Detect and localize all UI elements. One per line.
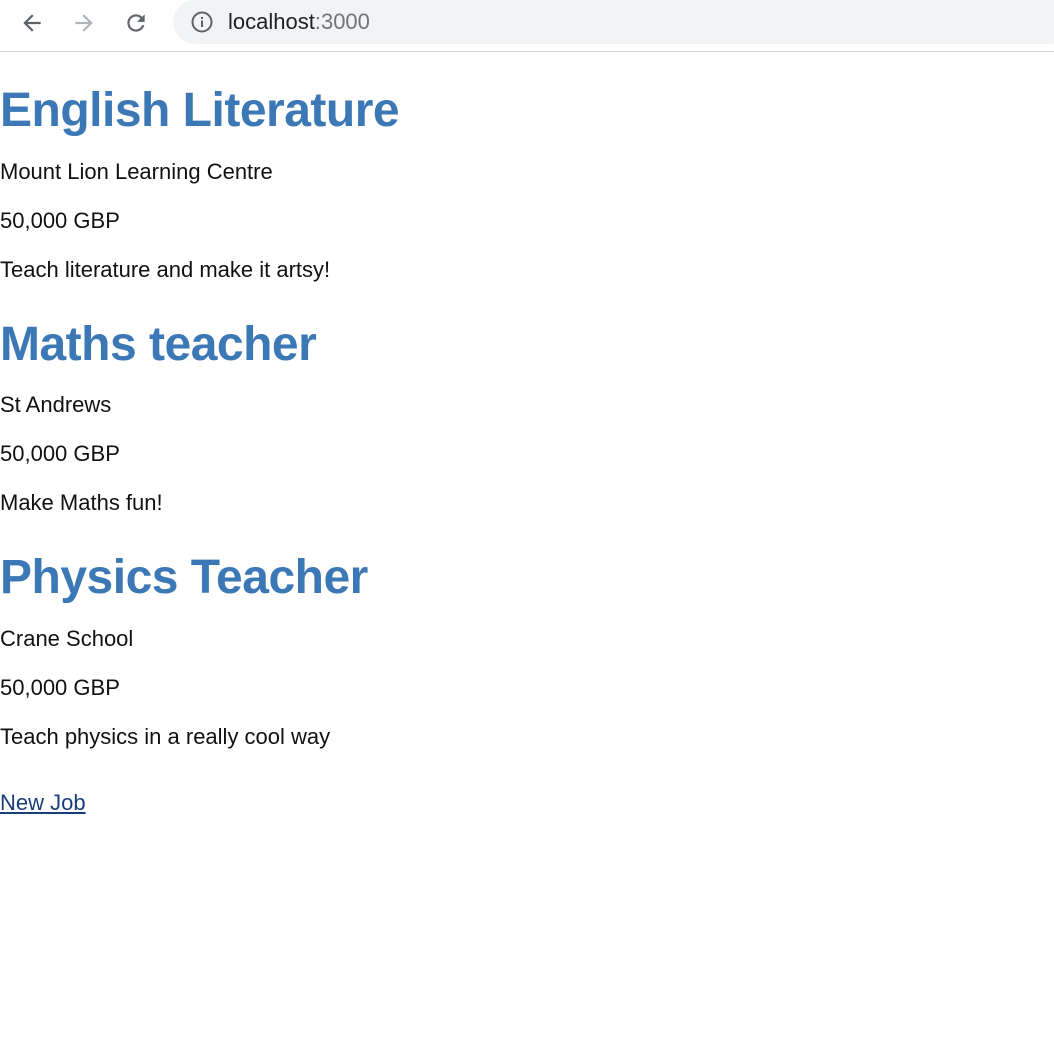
- new-job-link[interactable]: New Job: [0, 790, 86, 816]
- job-company: Crane School: [0, 626, 134, 651]
- job-salary: 50,000 GBP: [0, 675, 120, 700]
- url-text[interactable]: localhost:3000: [228, 9, 370, 35]
- job-company: St Andrews: [0, 392, 112, 417]
- job-item: English Literature: [0, 83, 400, 139]
- job-description: Make Maths fun!: [0, 490, 163, 515]
- arrow-right-icon: [75, 14, 93, 32]
- job-item: Maths teacher: [0, 317, 317, 373]
- browser-toolbar: localhost:3000: [0, 0, 1054, 52]
- job-title: English Literature: [0, 84, 400, 137]
- arrow-left-icon: [23, 14, 41, 32]
- forward-button[interactable]: [68, 7, 100, 39]
- reload-icon: [127, 14, 145, 32]
- job-title: Maths teacher: [0, 318, 317, 371]
- back-button[interactable]: [16, 7, 48, 39]
- job-title: Physics Teacher: [0, 551, 368, 604]
- job-item: Physics Teacher: [0, 550, 368, 606]
- address-bar[interactable]: localhost:3000: [173, 0, 1054, 44]
- url-port: :3000: [314, 9, 370, 34]
- job-description: Teach physics in a really cool way: [0, 724, 331, 749]
- reload-button[interactable]: [120, 7, 152, 39]
- job-salary: 50,000 GBP: [0, 441, 120, 466]
- job-description: Teach literature and make it artsy!: [0, 257, 331, 282]
- job-company: Mount Lion Learning Centre: [0, 159, 273, 184]
- url-host: localhost: [228, 9, 315, 34]
- job-salary: 50,000 GBP: [0, 208, 120, 233]
- info-icon[interactable]: [190, 10, 214, 34]
